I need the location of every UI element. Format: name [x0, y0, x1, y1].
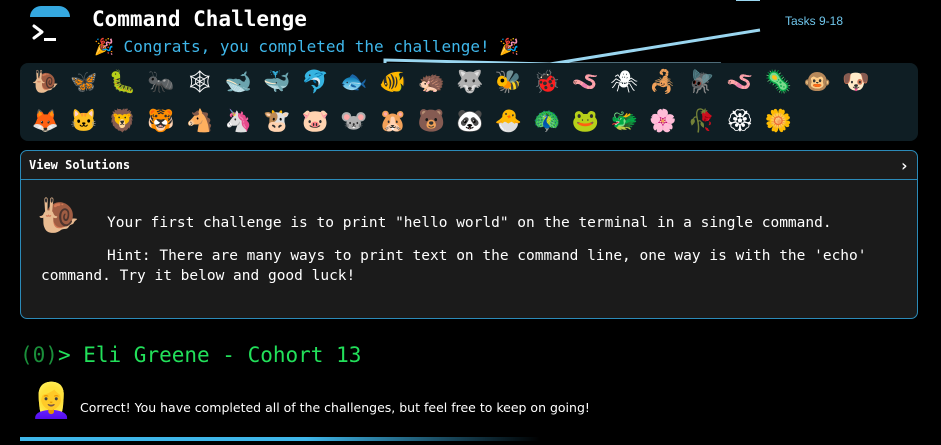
fly-icon[interactable]: 🪰: [682, 66, 721, 100]
hatching-chick-icon[interactable]: 🐣: [489, 105, 528, 139]
whale-icon[interactable]: 🐋: [219, 66, 258, 100]
tiger-icon[interactable]: 🐯: [142, 105, 181, 139]
spider-icon[interactable]: 🕷: [605, 66, 644, 100]
pink-worm-icon[interactable]: 🪱: [721, 66, 760, 100]
blossom-icon[interactable]: 🌼: [759, 105, 798, 139]
tropical-fish-icon[interactable]: 🐠: [373, 66, 412, 100]
horse-icon[interactable]: 🐴: [180, 105, 219, 139]
butterfly-icon[interactable]: 🦋: [65, 66, 104, 100]
page-title: Command Challenge: [92, 7, 307, 31]
worm-icon[interactable]: 🪱: [566, 66, 605, 100]
tasks-annotation: Tasks 9-18: [785, 14, 844, 28]
prompt-arrow: >: [57, 343, 71, 367]
spider-web-icon[interactable]: 🕸: [180, 66, 219, 100]
unicorn-icon[interactable]: 🦄: [219, 105, 258, 139]
progress-bar: [20, 437, 540, 441]
pig-icon[interactable]: 🐷: [296, 105, 335, 139]
peacock-icon[interactable]: 🦚: [528, 105, 567, 139]
frog-icon[interactable]: 🐸: [566, 105, 605, 139]
dolphin-icon[interactable]: 🐬: [296, 66, 335, 100]
cow-icon[interactable]: 🐮: [258, 105, 297, 139]
snail-icon[interactable]: 🐌: [26, 66, 65, 100]
view-solutions-label: View Solutions: [29, 158, 131, 172]
whale-spouting-icon[interactable]: 🐳: [258, 66, 297, 100]
caterpillar-icon[interactable]: 🐛: [103, 66, 142, 100]
fox-icon[interactable]: 🦊: [26, 105, 65, 139]
prompt-counter: (0): [20, 343, 58, 367]
cat-icon[interactable]: 🐱: [65, 105, 104, 139]
wolf-icon[interactable]: 🐺: [451, 66, 490, 100]
solutions-panel: View Solutions › 🐌 Your first challenge …: [20, 150, 918, 319]
app-logo: [28, 6, 72, 50]
status-message: Correct! You have completed all of the c…: [80, 400, 590, 415]
ant-icon[interactable]: 🐜: [142, 66, 181, 100]
bear-icon[interactable]: 🐻: [412, 105, 451, 139]
congrats-message: 🎉 Congrats, you completed the challenge!…: [94, 37, 520, 56]
monkey-icon[interactable]: 🐵: [798, 66, 837, 100]
microbe-icon[interactable]: 🦠: [759, 66, 798, 100]
challenge-description: Your first challenge is to print "hello …: [107, 215, 832, 231]
bee-icon[interactable]: 🐝: [489, 66, 528, 100]
icon-row-2: 🦊 🐱 🦁 🐯 🐴 🦄 🐮 🐷 🐭 🐹 🐻 🐼 🐣 🦚 🐸 🐲 🌸 🥀 🏵 🌼: [26, 105, 798, 139]
challenge-hint: Hint: There are many ways to print text …: [41, 248, 867, 284]
mouse-icon[interactable]: 🐭: [335, 105, 374, 139]
fish-icon[interactable]: 🐟: [335, 66, 374, 100]
dog-icon[interactable]: 🐶: [836, 66, 875, 100]
rose-icon[interactable]: 🥀: [682, 105, 721, 139]
scorpion-icon[interactable]: 🦂: [644, 66, 683, 100]
hedgehog-icon[interactable]: 🦔: [412, 66, 451, 100]
ladybug-icon[interactable]: 🐞: [528, 66, 567, 100]
hamster-icon[interactable]: 🐹: [373, 105, 412, 139]
avatar: 👱‍♀️: [30, 381, 73, 421]
cherry-blossom-icon[interactable]: 🌸: [644, 105, 683, 139]
icon-row-1: 🐌 🦋 🐛 🐜 🕸 🐋 🐳 🐬 🐟 🐠 🦔 🐺 🐝 🐞 🪱 🕷 🦂 🪰 🪱 🦠 🐵 🐶: [26, 66, 875, 100]
chevron-right-icon[interactable]: ›: [899, 156, 909, 175]
terminal-icon: [28, 20, 72, 50]
challenge-snail-icon: 🐌: [37, 196, 80, 236]
panda-icon[interactable]: 🐼: [451, 105, 490, 139]
dragon-icon[interactable]: 🐲: [605, 105, 644, 139]
terminal-prompt: (0)> Eli Greene - Cohort 13: [20, 343, 361, 367]
lion-icon[interactable]: 🦁: [103, 105, 142, 139]
logo-cap-icon: [30, 6, 70, 17]
view-solutions-toggle[interactable]: View Solutions ›: [21, 151, 917, 180]
rosette-icon[interactable]: 🏵: [721, 105, 760, 139]
prompt-user: Eli Greene - Cohort 13: [70, 343, 362, 367]
challenge-icon-bar: 🐌 🦋 🐛 🐜 🕸 🐋 🐳 🐬 🐟 🐠 🦔 🐺 🐝 🐞 🪱 🕷 🦂 🪰 🪱 🦠 🐵 🐶 🦊 🐱 🦁 🐯 🐴 🦄 🐮 🐷 🐭 🐹 🐻 🐼 🐣 🦚 🐸 🐲 🌸…: [20, 63, 918, 141]
